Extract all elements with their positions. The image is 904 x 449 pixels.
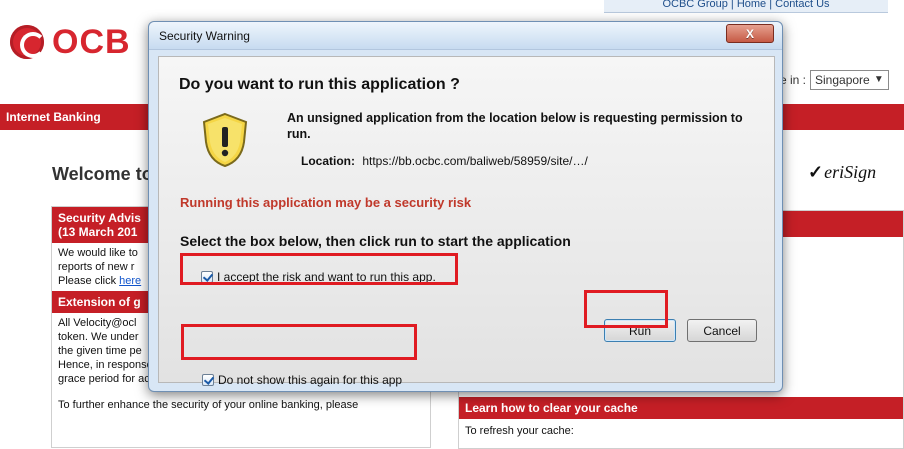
welcome-heading: Welcome to: [52, 164, 153, 184]
accept-risk-checkbox[interactable]: [201, 271, 213, 283]
do-not-show-checkbox[interactable]: [202, 374, 214, 386]
country-label: e in :: [780, 73, 807, 87]
accept-risk-label[interactable]: I accept the risk and want to run this a…: [217, 270, 436, 284]
warning-shield-icon: [202, 112, 248, 168]
close-icon: X: [745, 26, 754, 41]
ocbc-logo[interactable]: OCB: [10, 20, 160, 64]
top-links-bar[interactable]: OCBC Group | Home | Contact Us: [604, 0, 888, 13]
cancel-button[interactable]: Cancel: [687, 319, 757, 342]
dialog-body: Do you want to run this application ? An…: [158, 56, 775, 387]
security-advisory-link[interactable]: here: [119, 275, 141, 287]
instruction-text: Select the box below, then click run to …: [180, 233, 571, 249]
country-select[interactable]: Singapore: [810, 70, 889, 90]
verisign-text: eriSign: [824, 162, 877, 182]
accept-risk-row[interactable]: I accept the risk and want to run this a…: [201, 270, 436, 284]
cache-header: Learn how to clear your cache: [459, 397, 903, 419]
security-warning-dialog: Security Warning X Do you want to run th…: [148, 21, 783, 392]
country-selector: e in : Singapore: [780, 70, 889, 90]
ext-line-6: To further enhance the security of your …: [58, 399, 359, 411]
location-row: Location: https://bb.ocbc.com/baliweb/58…: [301, 154, 588, 168]
ocbc-logo-icon: [10, 25, 46, 59]
verisign-logo: ✓eriSign: [808, 162, 876, 183]
security-risk-text: Running this application may be a securi…: [180, 195, 472, 210]
do-not-show-row[interactable]: Do not show this again for this app: [202, 373, 402, 387]
location-label: Location:: [301, 154, 355, 168]
location-value: https://bb.ocbc.com/baliweb/58959/site/……: [362, 154, 588, 168]
dialog-titlebar[interactable]: Security Warning X: [149, 22, 782, 50]
do-not-show-label[interactable]: Do not show this again for this app: [218, 373, 402, 387]
run-button[interactable]: Run: [604, 319, 676, 342]
dialog-title: Security Warning: [159, 29, 250, 43]
dialog-heading: Do you want to run this application ?: [179, 76, 460, 93]
cache-text: To refresh your cache:: [465, 425, 574, 437]
close-button[interactable]: X: [726, 24, 774, 43]
internet-banking-label: Internet Banking: [6, 110, 101, 124]
country-select-value: Singapore: [815, 73, 870, 87]
logo-text: OCB: [52, 22, 131, 61]
browser-page: OCBC Group | Home | Contact Us OCB e in …: [0, 0, 904, 449]
verisign-check-icon: ✓: [808, 162, 824, 182]
request-text: An unsigned application from the locatio…: [287, 111, 743, 141]
security-text-line-3-prefix: Please click: [58, 275, 120, 287]
